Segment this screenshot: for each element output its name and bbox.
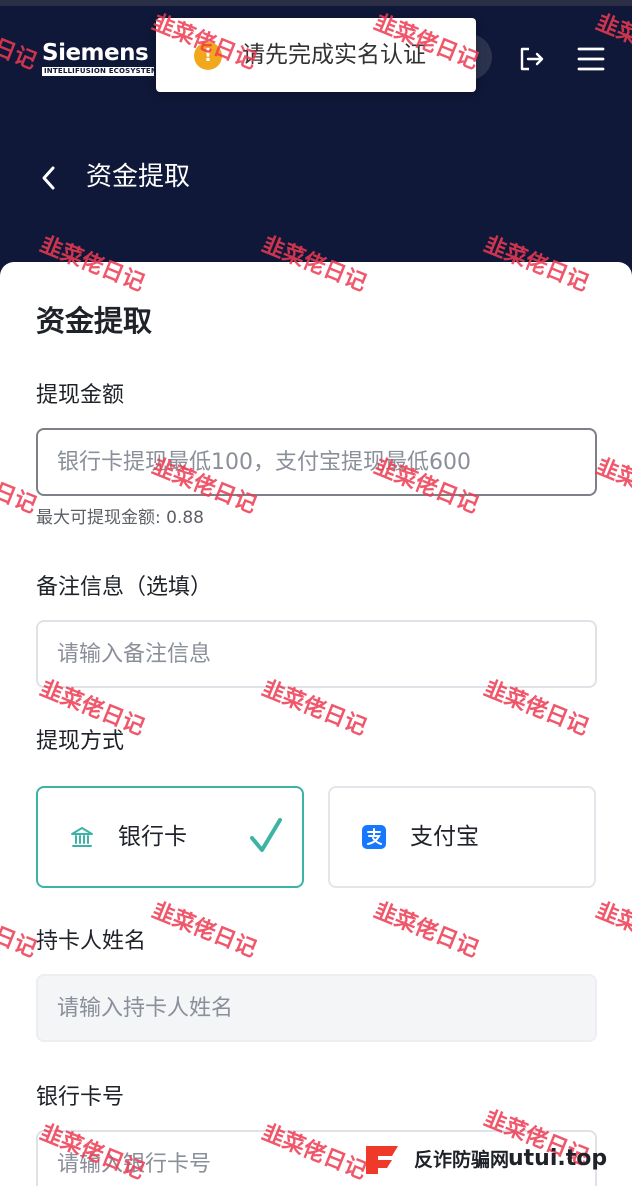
brand-mark-icon xyxy=(366,1146,398,1174)
brand-logo[interactable]: Siemens INTELLIFUSION ECOSYSTEM xyxy=(42,40,154,76)
logout-icon[interactable] xyxy=(516,44,546,74)
toast-message: 请先完成实名认证 xyxy=(242,42,426,68)
method-option-alipay[interactable]: 支付宝 xyxy=(328,786,596,888)
menu-icon[interactable] xyxy=(576,44,606,74)
method-bank-label: 银行卡 xyxy=(118,824,187,850)
amount-input[interactable] xyxy=(36,428,597,496)
brand-subtitle: INTELLIFUSION ECOSYSTEM xyxy=(42,67,154,76)
method-label: 提现方式 xyxy=(36,729,125,754)
footer-brand: 反诈防骗网 utui.top xyxy=(362,1138,614,1184)
check-icon xyxy=(250,818,282,852)
toast-notification: ! 请先完成实名认证 xyxy=(156,18,476,92)
remark-label: 备注信息（选填） xyxy=(36,575,213,600)
alipay-icon xyxy=(362,825,386,849)
footer-text: 反诈防骗网 xyxy=(414,1149,510,1171)
bank-icon xyxy=(71,827,93,847)
holder-label: 持卡人姓名 xyxy=(36,929,147,954)
brand-name: Siemens xyxy=(42,40,149,66)
card-number-label: 银行卡号 xyxy=(36,1085,125,1110)
remark-input[interactable] xyxy=(36,620,597,688)
footer-domain: utui.top xyxy=(508,1146,608,1171)
warning-icon: ! xyxy=(194,42,222,70)
form-section-title: 资金提取 xyxy=(36,304,153,338)
method-option-bank-card[interactable]: 银行卡 xyxy=(36,786,304,888)
method-alipay-label: 支付宝 xyxy=(410,824,479,850)
amount-label: 提现金额 xyxy=(36,383,125,408)
holder-name-input[interactable] xyxy=(36,974,597,1042)
page-title: 资金提取 xyxy=(86,162,191,192)
chevron-left-icon[interactable] xyxy=(38,164,60,192)
max-amount-hint: 最大可提现金额: 0.88 xyxy=(36,508,204,528)
status-strip xyxy=(0,0,632,6)
